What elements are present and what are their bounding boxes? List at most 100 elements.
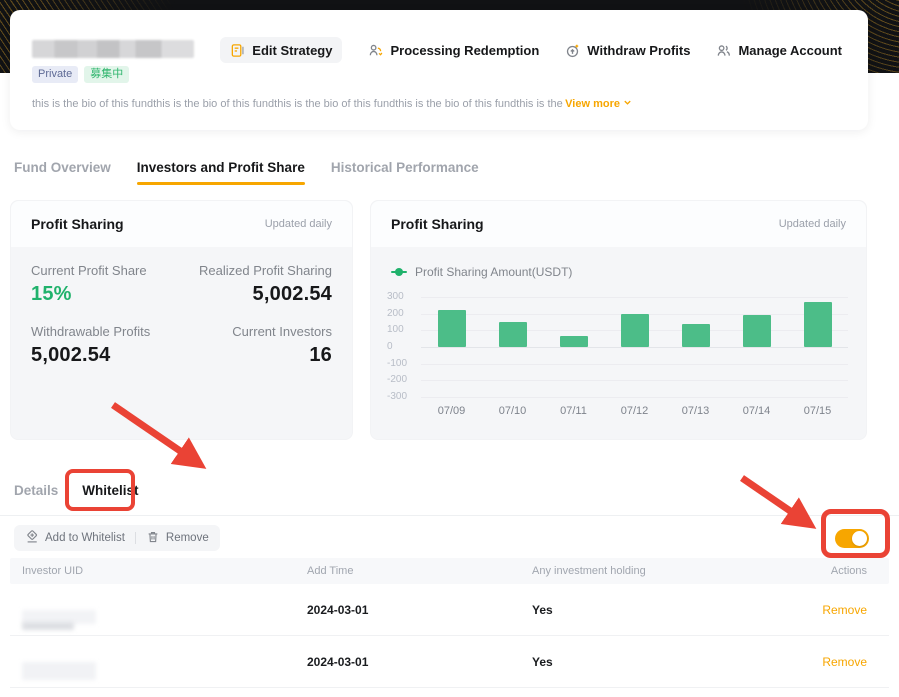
toggle-knob [852, 530, 867, 546]
stats-grid: Current Profit Share 15% Realized Profit… [11, 247, 352, 383]
annotation-arrow-toggle [740, 475, 817, 529]
edit-strategy-icon [230, 43, 245, 58]
toolbar-separator [134, 532, 136, 544]
whitelist-table: Investor UID Add Time Any investment hol… [10, 558, 889, 688]
processing-redemption-label: Processing Redemption [390, 42, 540, 58]
chart-x-tick-label: 07/12 [620, 405, 649, 417]
stat-value-realized-profit-sharing: 5,002.54 [252, 283, 332, 305]
add-to-whitelist-button[interactable]: Add to Whitelist [25, 529, 125, 547]
view-more-link[interactable]: View more [565, 98, 632, 110]
add-to-whitelist-icon [25, 529, 39, 547]
edit-strategy-label: Edit Strategy [252, 42, 333, 58]
row-remove-link[interactable]: Remove [822, 603, 867, 617]
chart-card-header: Profit Sharing Updated daily [371, 201, 866, 247]
stat-realized-profit-sharing: Realized Profit Sharing 5,002.54 [182, 263, 332, 306]
withdraw-profits-icon [565, 43, 580, 58]
chart-bar-07/15 [803, 302, 832, 347]
processing-redemption-button[interactable]: Processing Redemption [368, 43, 539, 58]
profit-sharing-stats-card: Profit Sharing Updated daily Current Pro… [10, 200, 353, 440]
remove-button[interactable]: Remove [146, 530, 209, 547]
sub-tabs-divider [0, 515, 899, 516]
col-investor-uid: Investor UID [22, 565, 84, 577]
stat-current-profit-share: Current Profit Share 15% [31, 263, 182, 306]
fund-name-redacted [32, 40, 194, 58]
withdraw-profits-label: Withdraw Profits [587, 42, 691, 58]
fund-bio: this is the bio of this fundthis is the … [32, 98, 563, 110]
chart-y-tick-label: 100 [387, 324, 404, 336]
private-badge: Private [32, 66, 79, 83]
table-header-row: Investor UID Add Time Any investment hol… [10, 558, 889, 584]
chart-gridline: 300 [387, 292, 848, 302]
tab-fund-overview[interactable]: Fund Overview [14, 160, 111, 185]
table-row: 2024-03-01 Yes Remove [10, 636, 889, 688]
add-time-cell: 2024-03-01 [307, 654, 369, 669]
stat-label: Current Profit Share [31, 263, 147, 278]
chart-y-tick-label: -300 [387, 391, 408, 402]
whitelist-toggle[interactable] [835, 528, 869, 548]
fund-badges: Private 募集中 [32, 66, 130, 83]
chevron-down-icon [623, 98, 632, 110]
whitelist-sub-tabs: Details Whitelist [14, 483, 139, 498]
chart-gridline: -100 [387, 358, 848, 368]
chart-gridline: -300 [387, 392, 848, 402]
recruiting-badge: 募集中 [84, 66, 130, 83]
manage-account-label: Manage Account [738, 42, 842, 58]
trash-icon [146, 530, 160, 547]
chart-updated-label: Updated daily [778, 218, 846, 230]
col-add-time: Add Time [307, 565, 354, 577]
col-any-investment-holding: Any investment holding [532, 565, 646, 577]
tab-investors-and-profit-share[interactable]: Investors and Profit Share [136, 160, 305, 185]
stats-card-title: Profit Sharing [31, 216, 124, 232]
chart-y-tick-label: -100 [387, 357, 408, 369]
stat-value-current-investors: 16 [309, 344, 332, 366]
tab-whitelist[interactable]: Whitelist [82, 483, 138, 498]
stats-card-header: Profit Sharing Updated daily [11, 201, 352, 247]
chart-x-axis: 07/09 07/10 07/11 07/12 07/13 07/14 07/15 [421, 405, 848, 417]
chart-x-tick-label: 07/14 [742, 405, 771, 417]
chart-gridline: 0 [387, 342, 848, 352]
chart-gridline: -200 [387, 375, 848, 385]
manage-account-button[interactable]: Manage Account [716, 43, 842, 58]
add-to-whitelist-label: Add to Whitelist [45, 532, 125, 544]
chart-x-tick-label: 07/15 [803, 405, 832, 417]
chart-bar-07/13 [681, 323, 710, 347]
stat-label: Current Investors [232, 324, 332, 339]
chart-plot: 300 200 100 0 -100 -200 -300 [387, 292, 848, 402]
col-actions: Actions [830, 565, 867, 577]
manage-account-icon [716, 43, 731, 58]
whitelist-toolbar: Add to Whitelist Remove [14, 524, 869, 552]
fund-action-bar: Edit Strategy Processing Redemption With… [220, 37, 842, 63]
chart-y-tick-label: 0 [387, 341, 393, 352]
profit-sharing-chart-card: Profit Sharing Updated daily Profit Shar… [370, 200, 867, 440]
withdraw-profits-button[interactable]: Withdraw Profits [565, 43, 690, 58]
tab-historical-performance[interactable]: Historical Performance [331, 160, 479, 185]
tab-details[interactable]: Details [14, 483, 58, 498]
legend-line-dot-icon [391, 268, 407, 276]
holding-cell: Yes [532, 602, 553, 617]
chart-x-tick-label: 07/13 [681, 405, 710, 417]
chart-bar-07/10 [498, 322, 527, 347]
table-row: 2024-03-01 Yes Remove [10, 584, 889, 636]
holding-cell: Yes [532, 654, 553, 669]
chart-bar-07/14 [742, 315, 771, 347]
chart-y-tick-label: 200 [387, 307, 404, 319]
edit-strategy-button[interactable]: Edit Strategy [220, 37, 343, 63]
stat-withdrawable-profits: Withdrawable Profits 5,002.54 [31, 324, 182, 367]
stat-label: Realized Profit Sharing [199, 263, 332, 278]
remove-button-label: Remove [165, 532, 209, 544]
chart-x-tick-label: 07/10 [498, 405, 527, 417]
fund-header-card: Private 募集中 Edit Strategy Processing Red… [10, 10, 868, 130]
processing-redemption-icon [368, 43, 383, 58]
main-tabs: Fund Overview Investors and Profit Share… [14, 160, 479, 185]
chart-legend: Profit Sharing Amount(USDT) [391, 265, 866, 279]
stat-value-withdrawable-profits: 5,002.54 [31, 344, 111, 366]
chart-x-tick-label: 07/11 [560, 405, 587, 417]
profit-sharing-bar-chart: 300 200 100 0 -100 -200 -300 07/09 07/10 07/11 07… [387, 291, 850, 417]
whitelist-toolbar-pill: Add to Whitelist Remove [14, 525, 220, 551]
chart-bar-07/11 [559, 336, 588, 347]
fund-management-screen: Private 募集中 Edit Strategy Processing Red… [0, 0, 899, 697]
chart-y-tick-label: -200 [387, 374, 408, 386]
add-time-cell: 2024-03-01 [307, 602, 369, 617]
stat-value-current-profit-share: 15% [31, 283, 72, 305]
row-remove-link[interactable]: Remove [822, 655, 867, 669]
